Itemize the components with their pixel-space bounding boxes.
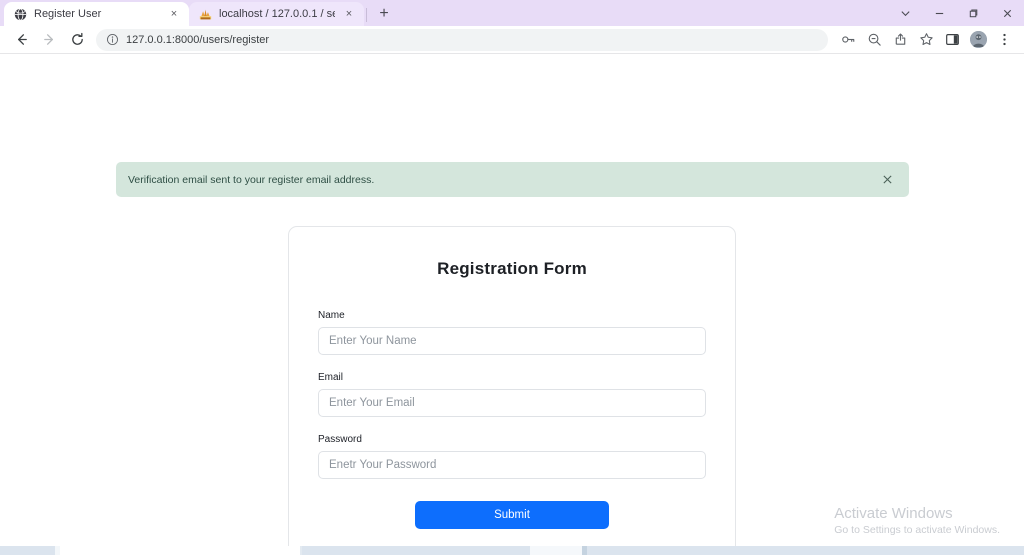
tab-search-icon[interactable]: [888, 0, 922, 26]
info-circle-icon[interactable]: [106, 33, 119, 46]
alert-success-banner: Verification email sent to your register…: [116, 162, 909, 197]
email-input[interactable]: [318, 389, 706, 417]
password-key-icon[interactable]: [836, 28, 860, 52]
url-text: 127.0.0.1:8000/users/register: [126, 33, 270, 46]
tab-title: localhost / 127.0.0.1 / send_emai: [219, 8, 335, 20]
watermark-title: Activate Windows: [834, 505, 953, 522]
maximize-icon[interactable]: [956, 0, 990, 26]
name-label: Name: [318, 310, 345, 321]
back-icon[interactable]: [8, 28, 34, 52]
browser-tab-register-user[interactable]: Register User ×: [4, 2, 189, 26]
password-label: Password: [318, 434, 362, 445]
submit-button[interactable]: Submit: [415, 501, 609, 529]
close-window-icon[interactable]: [990, 0, 1024, 26]
zoom-out-icon[interactable]: [862, 28, 886, 52]
form-field-email: Email: [318, 372, 706, 417]
minimize-icon[interactable]: [922, 0, 956, 26]
globe-icon: [14, 7, 27, 21]
side-panel-icon[interactable]: [940, 28, 964, 52]
reload-icon[interactable]: [64, 28, 90, 52]
tab-strip: Register User × localhost / 127.0.0.1 / …: [0, 0, 1024, 26]
password-input[interactable]: [318, 451, 706, 479]
alert-close-icon[interactable]: [879, 172, 895, 188]
window-controls: [888, 0, 1024, 26]
tab-close-icon[interactable]: ×: [167, 7, 181, 21]
page-title: Registration Form: [437, 259, 587, 278]
form-field-password: Password: [318, 434, 706, 479]
share-icon[interactable]: [888, 28, 912, 52]
tab-title: Register User: [34, 8, 102, 20]
activate-windows-watermark: Activate Windows Go to Settings to activ…: [834, 504, 1000, 538]
taskbar-sliver[interactable]: [0, 546, 1024, 555]
more-menu-icon[interactable]: [992, 28, 1016, 52]
bookmark-star-icon[interactable]: [914, 28, 938, 52]
alert-message: Verification email sent to your register…: [128, 173, 375, 186]
browser-tab-phpmyadmin[interactable]: localhost / 127.0.0.1 / send_emai ×: [189, 2, 364, 26]
phpmyadmin-icon: [199, 8, 212, 21]
page-viewport: Verification email sent to your register…: [0, 54, 1024, 555]
new-tab-button[interactable]: +: [372, 3, 396, 25]
tab-divider: [366, 8, 367, 22]
forward-icon[interactable]: [36, 28, 62, 52]
tab-close-icon[interactable]: ×: [342, 7, 356, 21]
email-label: Email: [318, 372, 344, 383]
name-input[interactable]: [318, 327, 706, 355]
address-bar[interactable]: 127.0.0.1:8000/users/register: [96, 28, 828, 51]
submit-row: Submit: [318, 501, 706, 529]
registration-form-card: Registration Form Name Email Password Su…: [288, 226, 736, 555]
form-field-name: Name: [318, 310, 706, 355]
profile-avatar-icon[interactable]: [966, 28, 990, 52]
watermark-subtitle: Go to Settings to activate Windows.: [834, 524, 1000, 536]
avatar: [969, 31, 987, 48]
browser-toolbar: 127.0.0.1:8000/users/register: [0, 26, 1024, 54]
browser-window: Register User × localhost / 127.0.0.1 / …: [0, 0, 1024, 555]
